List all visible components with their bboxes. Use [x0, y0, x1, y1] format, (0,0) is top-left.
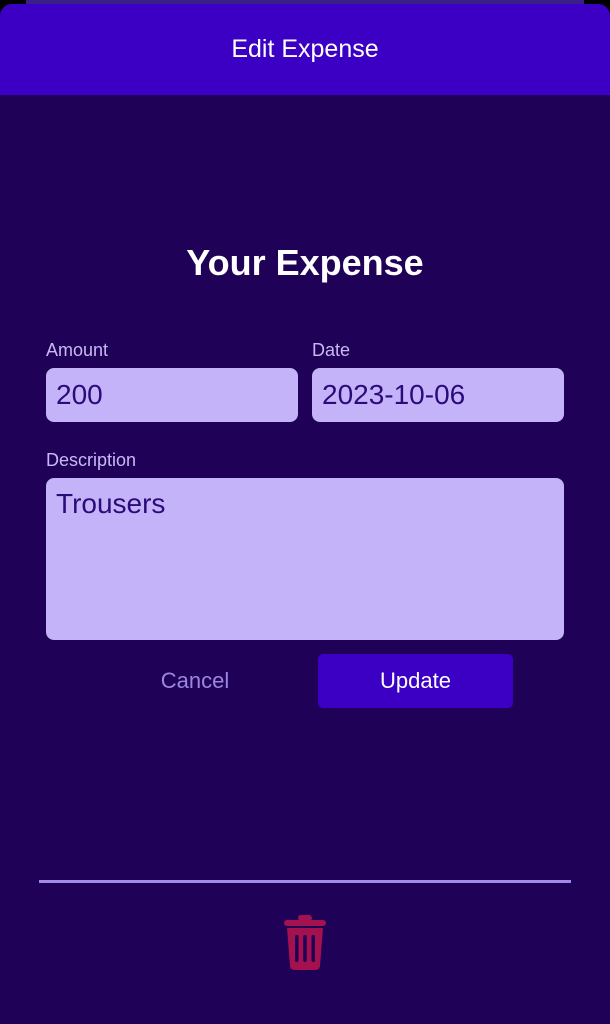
description-input[interactable]: Trousers [46, 478, 564, 640]
divider [39, 880, 571, 883]
header-title: Edit Expense [231, 35, 379, 63]
trash-icon[interactable] [283, 914, 327, 970]
amount-label: Amount [46, 340, 109, 360]
header: Edit Expense [0, 4, 610, 95]
cancel-button[interactable]: Cancel [120, 654, 270, 708]
edit-expense-modal: Edit Expense Your Expense Amount 200 Dat… [0, 4, 610, 1024]
date-label: Date [312, 340, 351, 360]
description-label: Description [46, 450, 137, 470]
amount-input[interactable]: 200 [46, 368, 298, 422]
date-input[interactable]: 2023-10-06 [312, 368, 564, 422]
form-title: Your Expense [186, 242, 424, 283]
update-button[interactable]: Update [318, 654, 513, 708]
